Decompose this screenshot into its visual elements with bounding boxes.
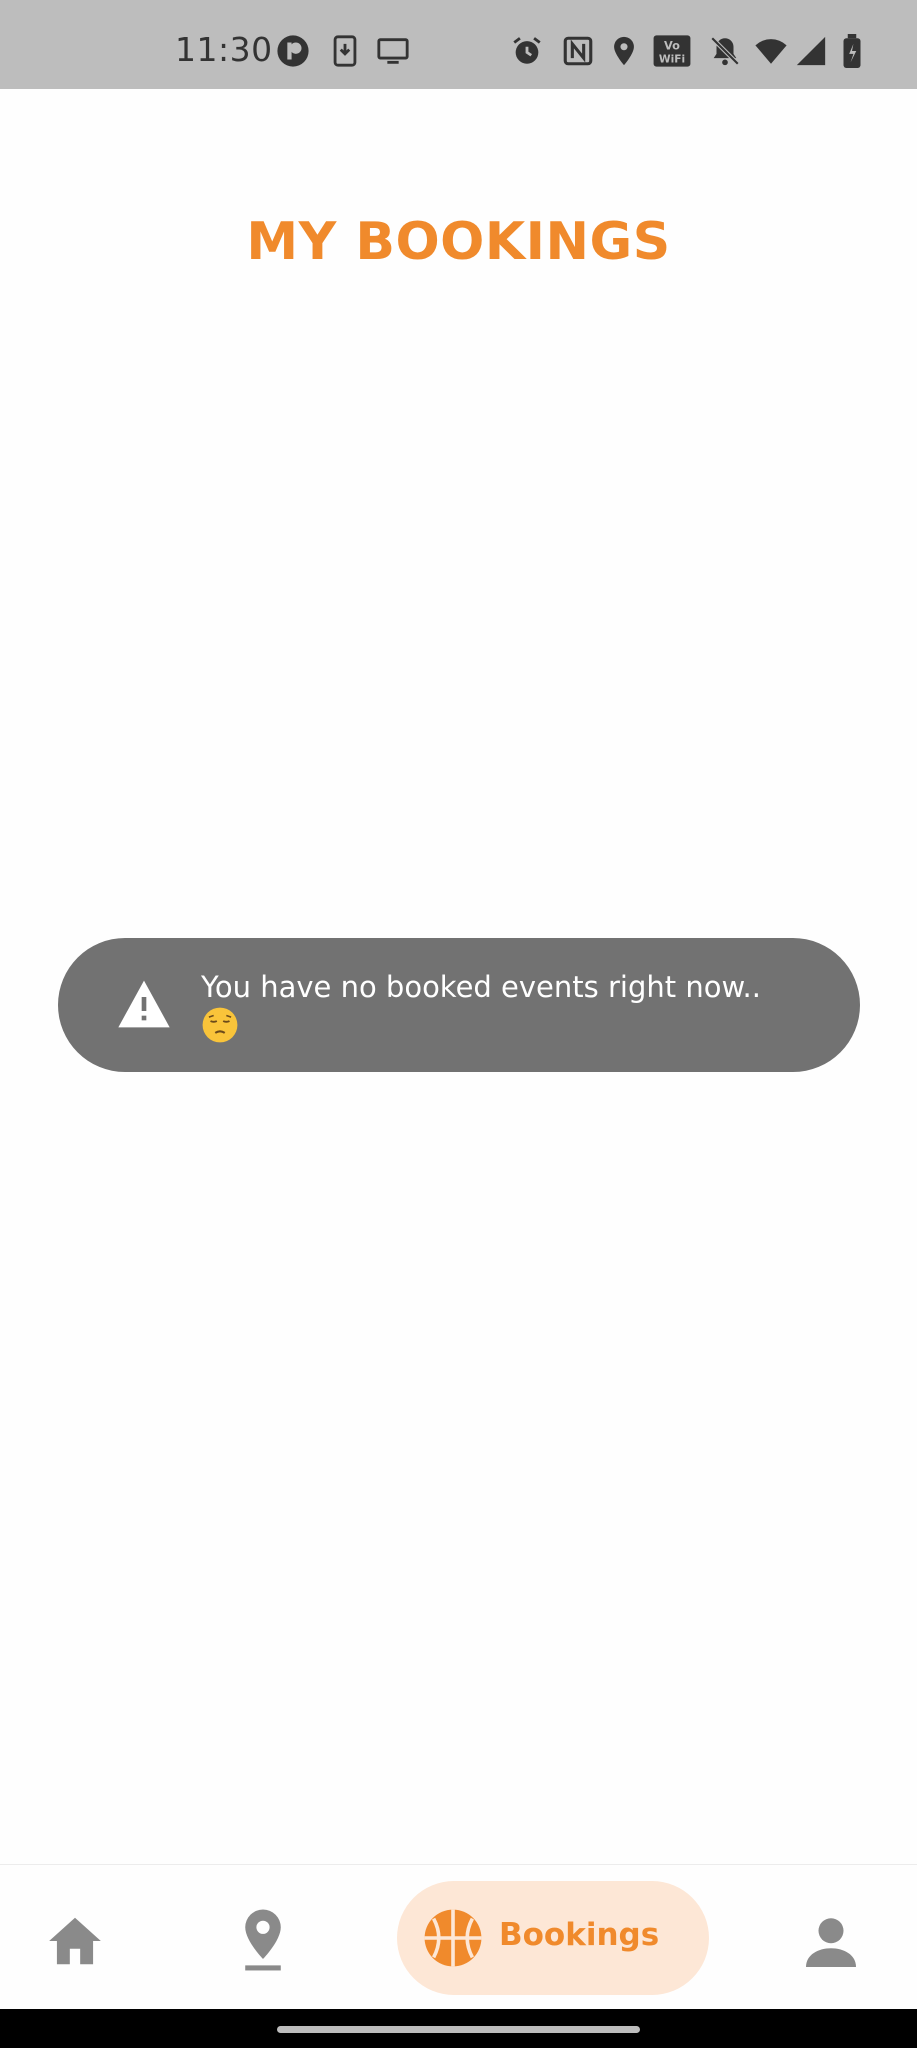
snackbar-message: You have no booked events right now.. — [201, 970, 761, 1004]
basketball-icon — [422, 1907, 484, 1969]
nav-home-button[interactable] — [44, 1910, 106, 1972]
battery-icon — [840, 34, 864, 68]
home-icon — [44, 1910, 106, 1972]
alarm-icon — [510, 34, 544, 68]
signal-icon — [794, 34, 828, 68]
svg-text:Vo: Vo — [664, 39, 680, 53]
page-title: MY BOOKINGS — [246, 212, 671, 272]
empty-bookings-snackbar: You have no booked events right now.. — [58, 938, 860, 1072]
status-time: 11:30 — [175, 30, 273, 69]
system-gesture-bar — [0, 2009, 917, 2048]
mute-icon — [708, 34, 742, 68]
bottom-navigation: Bookings — [0, 1864, 917, 2009]
app-notification-icon — [276, 34, 310, 68]
nav-profile-button[interactable] — [801, 1912, 861, 1972]
download-icon — [328, 34, 362, 68]
profile-icon — [801, 1912, 861, 1972]
svg-text:WiFi: WiFi — [659, 52, 685, 65]
wifi-icon — [754, 34, 788, 68]
pensive-face-icon — [201, 1006, 239, 1044]
nav-location-button[interactable] — [232, 1907, 294, 1973]
nav-bookings-button[interactable]: Bookings — [397, 1881, 709, 1995]
vowifi-icon: Vo WiFi — [652, 34, 692, 68]
status-bar: 11:30 Vo WiFi — [0, 0, 917, 89]
gesture-handle[interactable] — [277, 2026, 640, 2033]
cast-icon — [376, 34, 410, 68]
nav-bookings-label: Bookings — [499, 1917, 660, 1953]
warning-icon — [116, 976, 172, 1032]
location-icon — [607, 34, 641, 68]
location-pin-icon — [232, 1907, 294, 1973]
nfc-icon — [561, 34, 595, 68]
